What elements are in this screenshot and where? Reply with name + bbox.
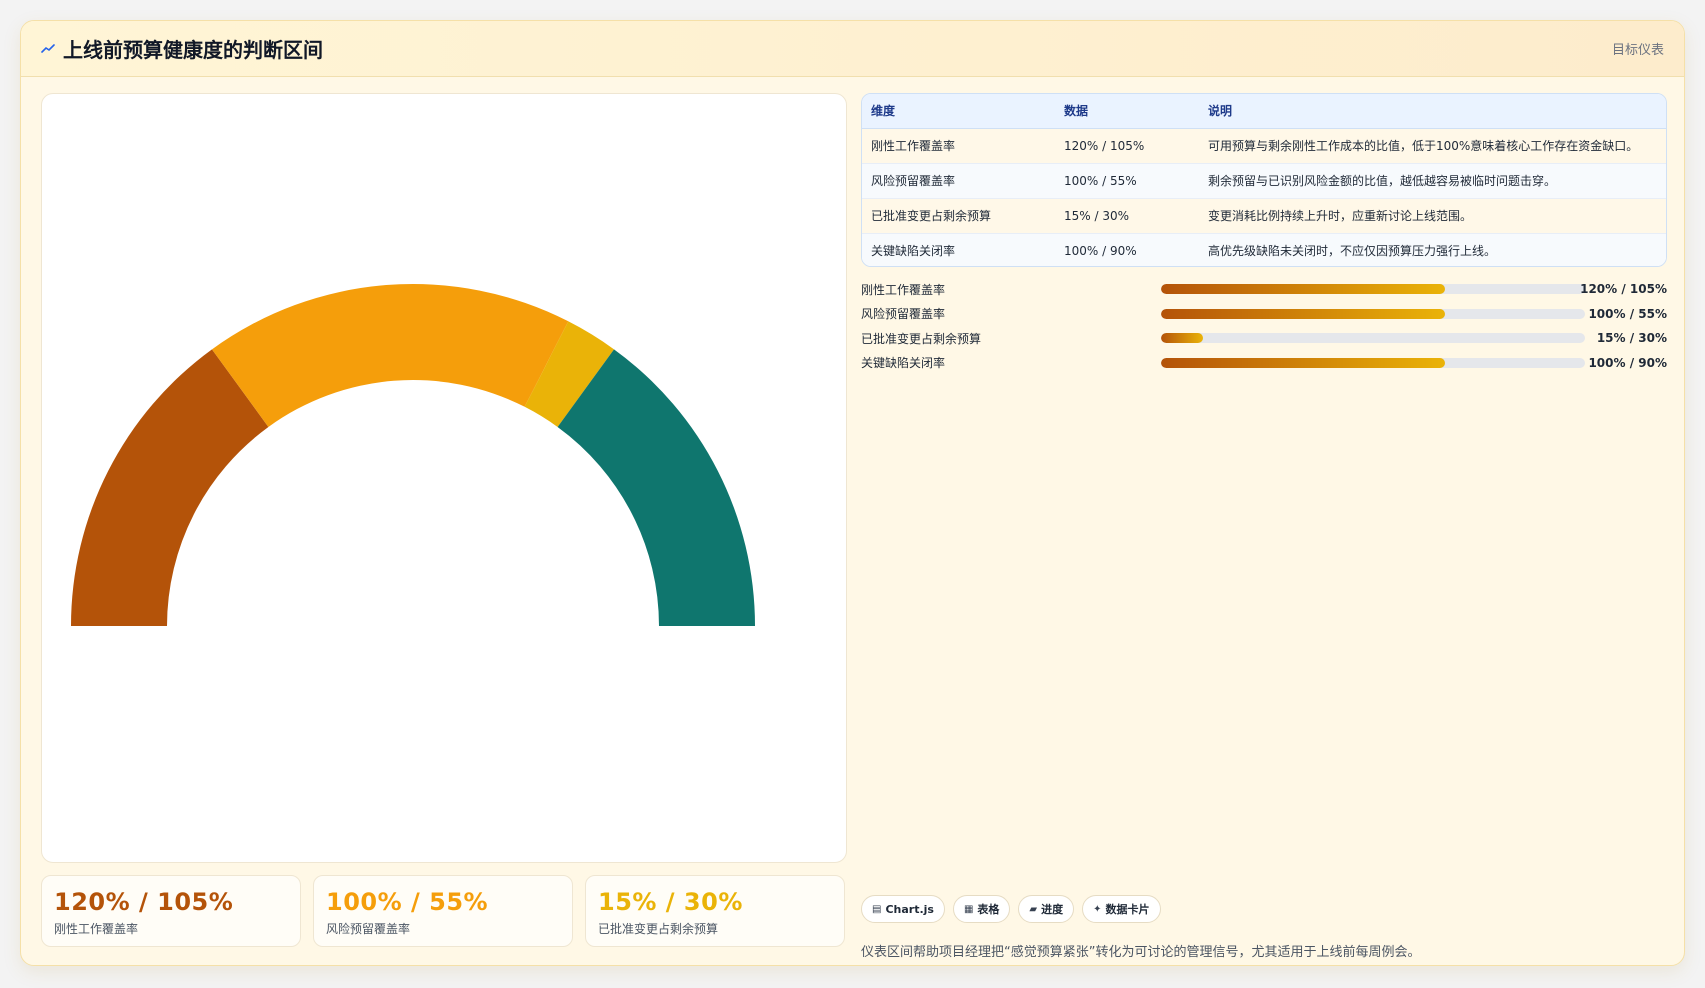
chart-icon: ▤ xyxy=(872,903,882,915)
cell-description: 剩余预留与已识别风险金额的比值，越低越容易被临时问题击穿。 xyxy=(1199,163,1666,199)
progress-fill xyxy=(1161,308,1446,319)
kpi-label: 刚性工作覆盖率 xyxy=(54,922,139,936)
gauge-segment-2[interactable] xyxy=(211,284,569,427)
progress-row: 风险预留覆盖率 100% / 55% xyxy=(861,302,1667,327)
dashboard-card: 上线前预算健康度的判断区间 目标仪表 120% / 105% 刚性工作覆盖率 1… xyxy=(20,20,1685,966)
gauge-segment-1[interactable] xyxy=(71,349,269,626)
chip-progress[interactable]: ▰ 进度 xyxy=(1018,895,1075,923)
table-icon: ▦ xyxy=(963,903,974,915)
gauge-chart xyxy=(41,93,847,863)
progress-fill xyxy=(1161,284,1446,294)
chip-chartjs[interactable]: ▤ Chart.js xyxy=(861,895,945,923)
cell-dimension: 关键缺陷关闭率 xyxy=(862,233,1055,266)
chip-label: 进度 xyxy=(1041,903,1064,916)
cell-data: 100% / 90% xyxy=(1055,233,1199,266)
progress-track xyxy=(1161,333,1585,343)
table-header-row: 维度 数据 说明 xyxy=(862,94,1666,129)
chip-label: 表格 xyxy=(977,903,1000,916)
chart-type-tag: 目标仪表 xyxy=(1611,43,1664,58)
page-title: 上线前预算健康度的判断区间 xyxy=(63,38,323,62)
kpi-card-risk: 100% / 55% 风险预留覆盖率 xyxy=(313,875,573,947)
kpi-value: 15% / 30% xyxy=(598,888,743,916)
cell-data: 100% / 55% xyxy=(1055,163,1199,199)
kpi-label: 已批准变更占剩余预算 xyxy=(598,922,719,936)
chip-table[interactable]: ▦ 表格 xyxy=(952,895,1011,923)
data-card-icon: ✦ xyxy=(1093,903,1102,915)
progress-label: 已批准变更占剩余预算 xyxy=(861,331,982,346)
progress-row: 刚性工作覆盖率 120% / 105% xyxy=(861,277,1667,302)
progress-fill xyxy=(1161,357,1446,368)
cell-description: 可用预算与剩余刚性工作成本的比值，低于100%意味着核心工作存在资金缺口。 xyxy=(1199,128,1666,164)
chip-data-card[interactable]: ✦ 数据卡片 xyxy=(1082,895,1161,923)
table-row: 刚性工作覆盖率 120% / 105% 可用预算与剩余刚性工作成本的比值，低于1… xyxy=(862,128,1666,164)
column-header-data: 数据 xyxy=(1055,94,1199,129)
tech-chips: ▤ Chart.js ▦ 表格 ▰ 进度 ✦ 数据卡片 xyxy=(861,895,1161,923)
progress-fill xyxy=(1161,333,1204,343)
chip-label: Chart.js xyxy=(885,902,934,916)
progress-track xyxy=(1161,284,1585,294)
progress-icon: ▰ xyxy=(1029,903,1038,915)
kpi-label: 风险预留覆盖率 xyxy=(326,922,411,936)
cell-dimension: 刚性工作覆盖率 xyxy=(862,128,1055,164)
chip-label: 数据卡片 xyxy=(1105,903,1150,916)
progress-label: 关键缺陷关闭率 xyxy=(861,356,946,371)
cell-data: 120% / 105% xyxy=(1055,128,1199,164)
column-header-description: 说明 xyxy=(1199,94,1666,129)
metrics-table: 维度 数据 说明 刚性工作覆盖率 120% / 105% 可用预算与剩余刚性工作… xyxy=(861,93,1667,267)
progress-bars: 刚性工作覆盖率 120% / 105% 风险预留覆盖率 100% / 55% 已… xyxy=(861,277,1667,375)
table-row: 已批准变更占剩余预算 15% / 30% 变更消耗比例持续上升时，应重新讨论上线… xyxy=(862,198,1666,234)
progress-track xyxy=(1161,308,1585,319)
kpi-card-rigid: 120% / 105% 刚性工作覆盖率 xyxy=(41,875,301,947)
gauge-segment-4[interactable] xyxy=(557,349,755,626)
progress-value: 100% / 90% xyxy=(1588,355,1667,370)
progress-value: 15% / 30% xyxy=(1596,331,1667,346)
cell-data: 15% / 30% xyxy=(1055,198,1199,234)
trend-line-icon xyxy=(41,41,57,57)
table-row: 风险预留覆盖率 100% / 55% 剩余预留与已识别风险金额的比值，越低越容易… xyxy=(862,163,1666,199)
cell-dimension: 风险预留覆盖率 xyxy=(862,163,1055,199)
cell-dimension: 已批准变更占剩余预算 xyxy=(862,198,1055,234)
footer-note: 仪表区间帮助项目经理把“感觉预算紧张”转化为可讨论的管理信号，尤其适用于上线前每… xyxy=(861,945,1421,960)
table-row: 关键缺陷关闭率 100% / 90% 高优先级缺陷未关闭时，不应仅因预算压力强行… xyxy=(862,233,1666,266)
cell-description: 变更消耗比例持续上升时，应重新讨论上线范围。 xyxy=(1199,198,1666,234)
kpi-card-change: 15% / 30% 已批准变更占剩余预算 xyxy=(585,875,845,947)
progress-track xyxy=(1161,357,1585,368)
kpi-value: 120% / 105% xyxy=(54,888,234,916)
progress-value: 120% / 105% xyxy=(1580,282,1667,297)
gauge-svg xyxy=(71,284,755,626)
card-header: 上线前预算健康度的判断区间 目标仪表 xyxy=(21,21,1684,77)
progress-row: 关键缺陷关闭率 100% / 90% xyxy=(861,351,1667,376)
progress-row: 已批准变更占剩余预算 15% / 30% xyxy=(861,326,1667,351)
cell-description: 高优先级缺陷未关闭时，不应仅因预算压力强行上线。 xyxy=(1199,233,1666,266)
column-header-dimension: 维度 xyxy=(862,94,1055,129)
progress-label: 风险预留覆盖率 xyxy=(861,307,946,322)
progress-value: 100% / 55% xyxy=(1588,306,1667,321)
kpi-value: 100% / 55% xyxy=(326,888,489,916)
progress-label: 刚性工作覆盖率 xyxy=(861,282,946,297)
